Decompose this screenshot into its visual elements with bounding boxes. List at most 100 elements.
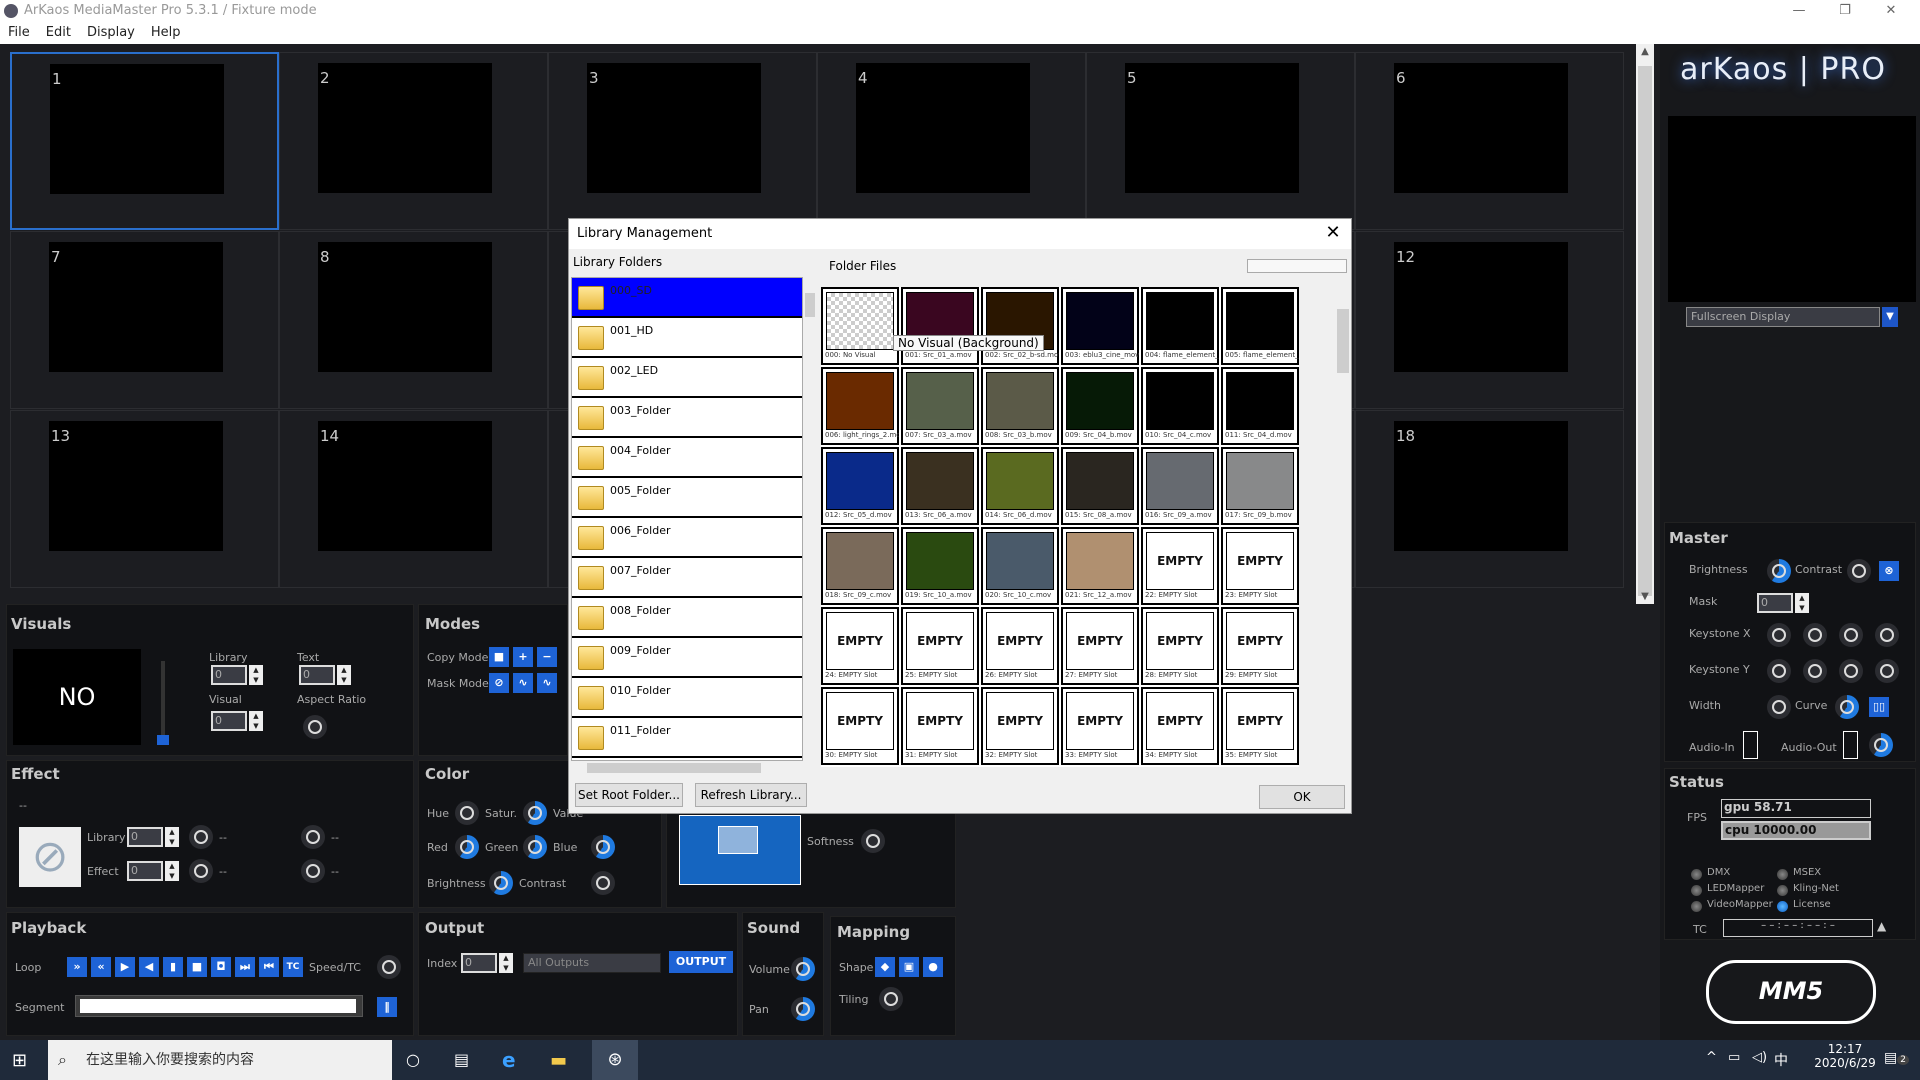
blue-knob[interactable]	[591, 835, 615, 859]
output-index-value[interactable]: 0	[461, 953, 497, 973]
down-icon[interactable]: ▼	[249, 721, 263, 731]
mask-region[interactable]	[718, 826, 758, 854]
play-button[interactable]: ▶	[115, 957, 135, 977]
fixture-cell[interactable]: 18	[1355, 410, 1624, 588]
copy-mode-subtract-button[interactable]: −	[537, 647, 557, 667]
file-explorer-icon[interactable]: ▬	[550, 1050, 567, 1071]
taskbar-search[interactable]: 在这里输入你要搜索的内容	[48, 1040, 392, 1080]
text-value[interactable]: 0	[299, 665, 335, 685]
library-value[interactable]: 0	[211, 665, 247, 685]
file-tile[interactable]: 008: Src_03_b.mov	[981, 367, 1059, 445]
file-tile[interactable]: 002: Src_02_b-sd.mov	[981, 287, 1059, 365]
maximize-button[interactable]: ❐	[1822, 0, 1868, 22]
fixture-cell[interactable]: 13	[10, 410, 279, 588]
file-grid-scrollbar[interactable]	[1335, 289, 1351, 767]
file-tile[interactable]: 016: Src_09_a.mov	[1141, 447, 1219, 525]
ime-indicator[interactable]: 中	[1774, 1050, 1788, 1070]
mask-editor[interactable]	[679, 815, 801, 885]
folder-item[interactable]: 010_Folder	[572, 678, 802, 718]
opacity-slider-handle[interactable]	[157, 735, 169, 745]
green-knob[interactable]	[523, 835, 547, 859]
down-icon[interactable]: ▼	[499, 963, 513, 973]
up-icon[interactable]: ▲	[249, 711, 263, 721]
notifications-icon[interactable]: ▤ 2	[1884, 1050, 1909, 1066]
folder-item[interactable]: 006_Folder	[572, 518, 802, 558]
blend-button[interactable]: ▯▯	[1869, 697, 1889, 717]
pan-knob[interactable]	[791, 997, 815, 1021]
keystone-y-knob-2[interactable]	[1803, 659, 1827, 683]
file-tile[interactable]: 014: Src_06_d.mov	[981, 447, 1059, 525]
file-tile[interactable]: EMPTY 28: EMPTY Slot	[1141, 607, 1219, 685]
file-tile[interactable]: EMPTY 31: EMPTY Slot	[901, 687, 979, 765]
folder-item[interactable]: 004_Folder	[572, 438, 802, 478]
file-tile[interactable]: EMPTY 24: EMPTY Slot	[821, 607, 899, 685]
copy-mode-add-button[interactable]: +	[513, 647, 533, 667]
shape-diamond-button[interactable]: ◆	[875, 957, 895, 977]
saturation-knob[interactable]	[523, 801, 547, 825]
file-tile[interactable]: EMPTY 23: EMPTY Slot	[1221, 527, 1299, 605]
effect-param-knob-1[interactable]	[189, 825, 213, 849]
display-select[interactable]: Fullscreen Display	[1686, 307, 1880, 327]
folder-item[interactable]: 011_Folder	[572, 718, 802, 758]
effect-param-knob-4[interactable]	[301, 859, 325, 883]
ok-button[interactable]: OK	[1259, 785, 1345, 809]
file-tile[interactable]: 020: Src_10_c.mov	[981, 527, 1059, 605]
file-tile[interactable]: 019: Src_10_a.mov	[901, 527, 979, 605]
file-tile[interactable]: 004: flame_element_	[1141, 287, 1219, 365]
softness-knob[interactable]	[861, 829, 885, 853]
output-button[interactable]: OUTPUT	[669, 951, 733, 973]
file-tile[interactable]: 009: Src_04_b.mov	[1061, 367, 1139, 445]
curve-knob[interactable]	[1835, 695, 1859, 719]
segment-pause-button[interactable]: ‖	[377, 997, 397, 1017]
file-tile[interactable]: 007: Src_03_a.mov	[901, 367, 979, 445]
keystone-x-knob-2[interactable]	[1803, 623, 1827, 647]
chevron-down-icon[interactable]: ▼	[1882, 307, 1898, 327]
close-icon[interactable]: ✕	[1323, 223, 1343, 243]
effect-value[interactable]: 0	[127, 861, 163, 881]
volume-knob[interactable]	[791, 957, 815, 981]
file-tile[interactable]: EMPTY 22: EMPTY Slot	[1141, 527, 1219, 605]
fixture-cell[interactable]: 12	[1355, 231, 1624, 409]
color-brightness-knob[interactable]	[489, 871, 513, 895]
fixture-cell[interactable]: 7	[10, 231, 279, 409]
stop-button[interactable]: ■	[187, 957, 207, 977]
file-tile[interactable]: 017: Src_09_b.mov	[1221, 447, 1299, 525]
mask-mode-wave-button[interactable]: ∿	[513, 673, 533, 693]
mask-mode-wave2-button[interactable]: ∿	[537, 673, 557, 693]
shape-sphere-button[interactable]: ●	[923, 957, 943, 977]
folder-list-hscroll[interactable]	[571, 761, 803, 775]
up-icon[interactable]: ▲	[337, 665, 351, 675]
file-tile[interactable]: 003: eblu3_cine_mov	[1061, 287, 1139, 365]
menu-file[interactable]: File	[0, 22, 38, 44]
set-root-folder-button[interactable]: Set Root Folder...	[575, 783, 683, 807]
file-tile[interactable]: EMPTY 25: EMPTY Slot	[901, 607, 979, 685]
file-tile[interactable]: EMPTY 35: EMPTY Slot	[1221, 687, 1299, 765]
effect-library-value[interactable]: 0	[127, 827, 163, 847]
play-reverse-button[interactable]: ◀	[139, 957, 159, 977]
opacity-slider[interactable]	[161, 661, 165, 743]
file-tile[interactable]: EMPTY 26: EMPTY Slot	[981, 607, 1059, 685]
keystone-x-knob-4[interactable]	[1875, 623, 1899, 647]
scroll-thumb[interactable]	[1638, 66, 1652, 596]
folder-item[interactable]: 003_Folder	[572, 398, 802, 438]
next-button[interactable]: ⏭	[235, 957, 255, 977]
folder-list-vscroll[interactable]	[803, 277, 817, 763]
windows-start-icon[interactable]: ⊞	[12, 1050, 27, 1071]
step-button[interactable]: ◘	[211, 957, 231, 977]
effect-param-knob-2[interactable]	[189, 859, 213, 883]
keystone-x-knob-3[interactable]	[1839, 623, 1863, 647]
scroll-down-icon[interactable]: ▼	[1636, 591, 1654, 602]
fixture-cell[interactable]: 4	[817, 52, 1086, 230]
edge-browser-icon[interactable]: e	[502, 1048, 516, 1072]
menu-edit[interactable]: Edit	[38, 22, 79, 44]
file-tile[interactable]: 021: Src_12_a.mov	[1061, 527, 1139, 605]
keystone-x-knob-1[interactable]	[1767, 623, 1791, 647]
fixture-cell[interactable]: 8	[279, 231, 548, 409]
aspect-ratio-knob[interactable]	[303, 715, 327, 739]
file-tile[interactable]: EMPTY 32: EMPTY Slot	[981, 687, 1059, 765]
tc-button[interactable]: TC	[283, 957, 303, 977]
folder-item[interactable]: 005_Folder	[572, 478, 802, 518]
file-tile[interactable]: EMPTY 27: EMPTY Slot	[1061, 607, 1139, 685]
outputs-select[interactable]: All Outputs	[523, 953, 661, 973]
menu-display[interactable]: Display	[79, 22, 143, 44]
